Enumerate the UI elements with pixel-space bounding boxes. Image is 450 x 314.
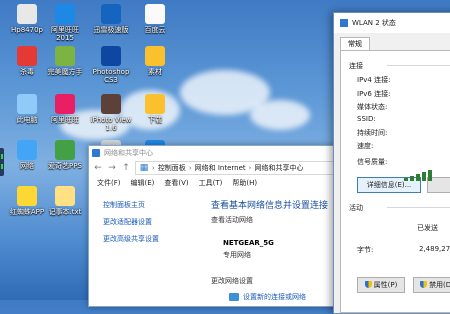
photo-icon bbox=[101, 94, 121, 114]
signal-bar bbox=[428, 170, 432, 181]
thunder-icon bbox=[101, 4, 121, 24]
signal-bar bbox=[410, 176, 414, 181]
desktop-icon-label: 阿里旺旺 2015 bbox=[51, 26, 79, 42]
activity-section-label: 活动 bbox=[349, 204, 363, 212]
menu-tools[interactable]: 工具(T) bbox=[199, 178, 223, 188]
menu-help[interactable]: 帮助(H) bbox=[232, 178, 257, 188]
signal-bar bbox=[422, 172, 426, 181]
desktop-icon-iqiyi[interactable]: 爱奇艺PPS bbox=[42, 140, 88, 170]
forward-arrow-icon[interactable]: → bbox=[107, 163, 117, 173]
desktop-icon-label: 记事本.txt bbox=[48, 208, 82, 216]
speed-label: 速度: bbox=[357, 142, 374, 150]
wlan-icon bbox=[340, 19, 348, 27]
network-sharing-center-window: 网络和共享中心 ← → ↑ ▦ › 控制面板 › 网络和 Internet › … bbox=[88, 145, 360, 307]
sent-label: 已发送 bbox=[417, 224, 438, 232]
desktop-icon-label: 素材 bbox=[148, 68, 162, 76]
wallpaper-cloud bbox=[250, 100, 310, 130]
desktop-icon-label: 爱奇艺PPS bbox=[48, 162, 82, 170]
desktop-icon-label: 下载 bbox=[148, 116, 162, 124]
duration-label: 持续时间: bbox=[357, 129, 388, 137]
window-title: 网络和共享中心 bbox=[104, 149, 153, 157]
signal-quality-label: 信号质量: bbox=[357, 158, 388, 166]
media-state-label: 媒体状态: bbox=[357, 103, 388, 111]
notepad-icon bbox=[55, 186, 75, 206]
baidu-cloud-icon bbox=[145, 4, 165, 24]
desktop-icon-label: iPhoto View 1.6 bbox=[90, 116, 132, 132]
properties-button[interactable]: 属性(P) bbox=[357, 277, 405, 293]
desktop-icon-aliwangwang[interactable]: 阿里旺旺 2015 bbox=[42, 4, 88, 42]
desktop-icon-xunlei[interactable]: 迅雷极速版 bbox=[88, 4, 134, 34]
connection-section-label: 连接 bbox=[349, 62, 363, 70]
breadcrumb-separator: › bbox=[248, 164, 252, 172]
link-advanced-sharing-settings[interactable]: 更改高级共享设置 bbox=[103, 234, 203, 244]
ssid-label: SSID: bbox=[357, 115, 376, 123]
ipv4-label: IPv4 连接: bbox=[357, 76, 391, 84]
navigation-bar: ← → ↑ ▦ › 控制面板 › 网络和 Internet › 网络和共享中心 bbox=[89, 160, 359, 176]
address-bar[interactable]: ▦ › 控制面板 › 网络和 Internet › 网络和共享中心 bbox=[135, 161, 359, 175]
general-tab-panel: 连接 IPv4 连接: IPv6 连接: 媒体状态: SSID: 持续时间: 速… bbox=[340, 50, 450, 313]
antivirus-icon bbox=[17, 46, 37, 66]
desktop-icon-label: 阿里旺旺 bbox=[51, 116, 79, 124]
properties-button-label: 属性(P) bbox=[373, 281, 398, 289]
disable-button[interactable]: 禁用(D) bbox=[413, 277, 450, 293]
link-control-panel-home[interactable]: 控制面板主页 bbox=[103, 200, 203, 210]
disable-button-label: 禁用(D) bbox=[429, 281, 450, 289]
back-arrow-icon[interactable]: ← bbox=[93, 163, 103, 173]
this-pc-icon bbox=[17, 94, 37, 114]
network-window-icon bbox=[92, 149, 100, 157]
download-folder-icon bbox=[145, 94, 165, 114]
left-pane: 控制面板主页 更改适配器设置 更改高级共享设置 bbox=[103, 200, 203, 251]
cube-icon bbox=[55, 46, 75, 66]
window-content: 控制面板主页 更改适配器设置 更改高级共享设置 查看基本网络信息并设置连接 查看… bbox=[89, 194, 359, 306]
desktop-icon-notepad[interactable]: 记事本.txt bbox=[42, 186, 88, 216]
computer-icon bbox=[17, 4, 37, 24]
wlan-status-dialog: WLAN 2 状态 常规 连接 IPv4 连接: IPv6 连接: 媒体状态: … bbox=[333, 12, 450, 314]
breadcrumb-separator: › bbox=[152, 164, 155, 172]
up-arrow-icon[interactable]: ↑ bbox=[121, 163, 131, 173]
breadcrumb-separator: › bbox=[188, 164, 192, 172]
app-icon bbox=[17, 186, 37, 206]
bytes-label: 字节: bbox=[357, 246, 374, 254]
menu-view[interactable]: 查看(V) bbox=[164, 178, 188, 188]
menu-bar: 文件(F) 编辑(E) 查看(V) 工具(T) 帮助(H) bbox=[89, 176, 359, 189]
desktop-icon-label: 百度云 bbox=[144, 26, 166, 34]
uac-shield-icon bbox=[420, 281, 428, 288]
desktop-icon-aliwangwang2[interactable]: 阿里旺旺 bbox=[42, 94, 88, 124]
dialog-title-bar[interactable]: WLAN 2 状态 bbox=[334, 13, 450, 33]
aliwangwang-icon bbox=[55, 94, 75, 114]
menu-edit[interactable]: 编辑(E) bbox=[131, 178, 155, 188]
section-divider bbox=[387, 207, 450, 208]
desktop-icon-label: 完美魔方手 bbox=[47, 68, 83, 76]
desktop-icon-mofang[interactable]: 完美魔方手 bbox=[42, 46, 88, 76]
breadcrumb-network-internet[interactable]: 网络和 Internet bbox=[195, 163, 246, 173]
section-divider bbox=[387, 65, 450, 66]
desktop-icon-photoshop[interactable]: Photoshop CS3 bbox=[88, 46, 134, 84]
uac-shield-icon bbox=[364, 281, 372, 288]
breadcrumb-sharing-center[interactable]: 网络和共享中心 bbox=[254, 163, 303, 173]
signal-bar bbox=[404, 178, 408, 181]
desktop-icon-iphotoview[interactable]: iPhoto View 1.6 bbox=[88, 94, 134, 132]
window-title-bar[interactable]: 网络和共享中心 bbox=[89, 146, 359, 160]
desktop-icon-sucai[interactable]: 素材 bbox=[132, 46, 178, 76]
desktop-icon-label: Photoshop CS3 bbox=[92, 68, 130, 84]
photoshop-icon bbox=[101, 46, 121, 66]
desktop-icon-baiduyun[interactable]: 百度云 bbox=[132, 4, 178, 34]
dialog-title: WLAN 2 状态 bbox=[352, 19, 396, 27]
ipv6-label: IPv6 连接: bbox=[357, 90, 391, 98]
bytes-sent-value: 2,489,275 bbox=[419, 245, 450, 253]
control-panel-icon: ▦ bbox=[139, 163, 149, 173]
breadcrumb-control-panel[interactable]: 控制面板 bbox=[158, 163, 186, 173]
menu-file[interactable]: 文件(F) bbox=[97, 178, 121, 188]
signal-bar bbox=[416, 174, 420, 181]
folder-icon bbox=[145, 46, 165, 66]
desktop-icon-download[interactable]: 下载 bbox=[132, 94, 178, 124]
iqiyi-icon bbox=[55, 140, 75, 160]
tab-general[interactable]: 常规 bbox=[340, 37, 370, 51]
link-change-adapter-settings[interactable]: 更改适配器设置 bbox=[103, 217, 203, 227]
desktop-icon-label: 迅雷极速版 bbox=[93, 26, 129, 34]
network-icon bbox=[17, 140, 37, 160]
signal-strength-bars bbox=[404, 170, 432, 181]
aliwangwang-icon bbox=[55, 4, 75, 24]
new-connection-label: 设置新的连接或网络 bbox=[243, 293, 306, 301]
